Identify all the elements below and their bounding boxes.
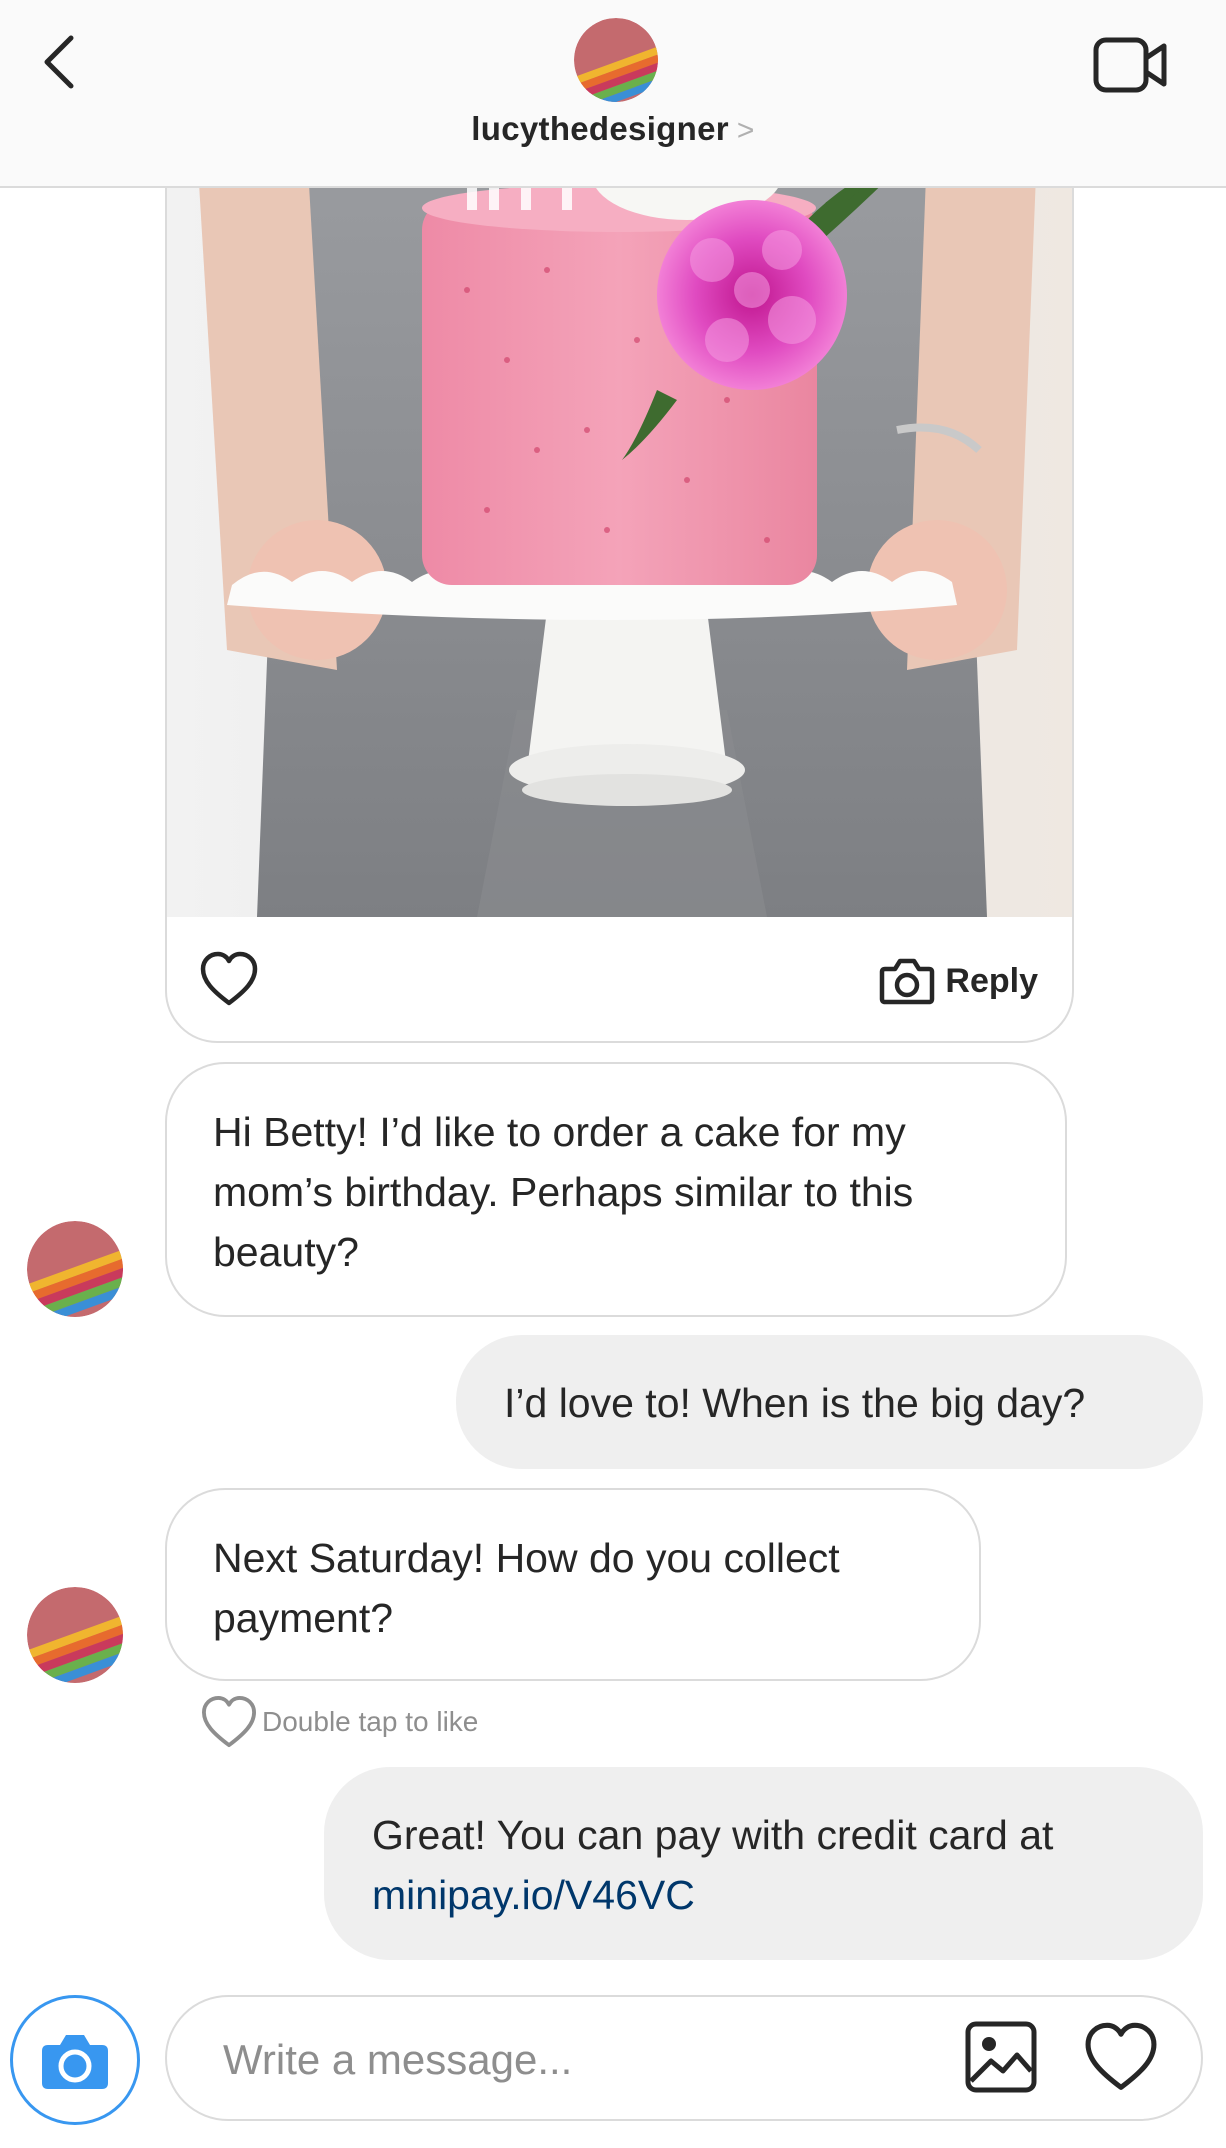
gallery-button[interactable] <box>963 2019 1039 2095</box>
header-username[interactable]: lucythedesigner > <box>0 110 1226 148</box>
shared-post-actions: Reply <box>167 917 1072 1041</box>
camera-icon <box>880 958 935 1005</box>
back-button[interactable] <box>34 30 84 94</box>
post-like-button[interactable] <box>199 951 259 1007</box>
payment-link[interactable]: minipay.io/V46VC <box>372 1872 695 1918</box>
heart-outline-icon <box>1085 2022 1157 2090</box>
message-text: Hi Betty! I’d like to order a cake for m… <box>213 1109 914 1275</box>
gallery-icon <box>965 2021 1037 2093</box>
conversation-header: lucythedesigner > <box>0 0 1226 188</box>
camera-button[interactable] <box>10 1995 140 2125</box>
shared-post-card[interactable]: Reply <box>165 150 1074 1043</box>
chevron-left-icon <box>44 35 74 89</box>
camera-icon <box>42 2035 108 2089</box>
video-call-icon <box>1093 37 1167 93</box>
message-text: I’d love to! When is the big day? <box>504 1380 1086 1426</box>
double-tap-label: Double tap to like <box>262 1706 479 1737</box>
message-text: Next Saturday! How do you collect paymen… <box>213 1535 840 1641</box>
shared-post-image[interactable] <box>167 150 1072 917</box>
video-call-button[interactable] <box>1090 30 1170 100</box>
message-input[interactable] <box>223 2025 903 2095</box>
heart-outline-icon <box>200 951 258 1006</box>
header-avatar[interactable] <box>574 18 658 102</box>
chevron-right-icon: > <box>736 114 755 147</box>
double-tap-hint[interactable]: Double tap to like <box>200 1695 478 1749</box>
message-bubble-outgoing[interactable]: Great! You can pay with credit card at m… <box>324 1767 1203 1960</box>
message-composer <box>165 1995 1203 2121</box>
heart-outline-icon <box>202 1695 256 1748</box>
message-bubble-outgoing[interactable]: I’d love to! When is the big day? <box>456 1335 1203 1469</box>
sender-avatar[interactable] <box>27 1221 123 1317</box>
username-text: lucythedesigner <box>471 110 729 147</box>
reply-button[interactable]: Reply <box>879 955 1038 1007</box>
sender-avatar[interactable] <box>27 1587 123 1683</box>
message-bubble-incoming[interactable]: Hi Betty! I’d like to order a cake for m… <box>165 1062 1067 1317</box>
message-text: Great! You can pay with credit card at <box>372 1812 1054 1858</box>
like-send-button[interactable] <box>1083 2021 1159 2093</box>
message-bubble-incoming[interactable]: Next Saturday! How do you collect paymen… <box>165 1488 981 1681</box>
reply-label: Reply <box>945 961 1038 1000</box>
